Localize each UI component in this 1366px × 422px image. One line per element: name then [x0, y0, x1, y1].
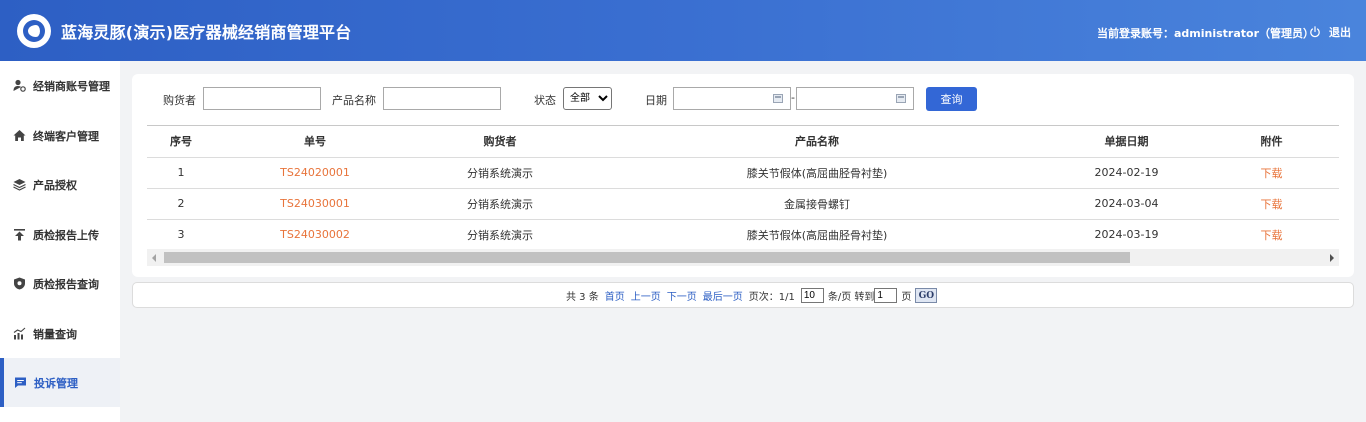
col-header-index: 序号 — [147, 126, 215, 158]
cell-date: 2024-03-19 — [1049, 219, 1204, 249]
sidebar-item-label: 销量查询 — [33, 327, 77, 341]
calendar-icon[interactable] — [896, 94, 906, 103]
order-no-link[interactable]: TS24020001 — [215, 157, 415, 189]
scroll-right-arrow-icon[interactable] — [1330, 254, 1334, 262]
sidebar-item-sales-query[interactable]: 销量查询 — [0, 309, 120, 358]
col-header-product: 产品名称 — [585, 126, 1049, 158]
sidebar-item-label: 产品授权 — [33, 178, 77, 192]
logout-button[interactable]: 退出 — [1309, 24, 1351, 40]
table-row: 1 TS24020001 分销系统演示 膝关节假体(高屈曲胫骨衬垫) 2024-… — [147, 157, 1339, 189]
col-header-date: 单据日期 — [1049, 126, 1204, 158]
cell-index: 2 — [147, 188, 215, 220]
cell-buyer: 分销系统演示 — [415, 188, 585, 220]
prev-page-link[interactable]: 上一页 — [631, 288, 661, 303]
sidebar-item-label: 质检报告上传 — [33, 228, 99, 242]
sidebar-item-label: 质检报告查询 — [33, 277, 99, 291]
download-link[interactable]: 下载 — [1204, 219, 1339, 249]
user-settings-icon — [13, 79, 26, 92]
sidebar: 经销商账号管理 终端客户管理 产品授权 质检报告上传 质检报告查询 销量查询 投… — [0, 61, 120, 422]
sidebar-item-terminal-customers[interactable]: 终端客户管理 — [0, 111, 120, 160]
buyer-label: 购货者 — [163, 94, 196, 107]
cell-buyer: 分销系统演示 — [415, 219, 585, 249]
jump-page-input[interactable] — [874, 288, 898, 303]
status-label: 状态 — [534, 94, 556, 107]
cell-date: 2024-02-19 — [1049, 157, 1204, 189]
download-link[interactable]: 下载 — [1204, 157, 1339, 189]
date-label: 日期 — [645, 94, 667, 107]
chart-icon — [13, 327, 26, 340]
sidebar-item-label: 经销商账号管理 — [33, 79, 110, 93]
cell-index: 3 — [147, 219, 215, 249]
scrollbar-thumb[interactable] — [164, 252, 1130, 263]
cell-buyer: 分销系统演示 — [415, 157, 585, 189]
table-row: 2 TS24030001 分销系统演示 金属接骨螺钉 2024-03-04 下载 — [147, 188, 1339, 220]
cell-product: 膝关节假体(高屈曲胫骨衬垫) — [585, 219, 1049, 249]
dolphin-logo-icon — [17, 14, 51, 48]
col-header-attachment: 附件 — [1204, 126, 1339, 158]
scroll-left-arrow-icon[interactable] — [152, 254, 156, 262]
shield-icon — [14, 277, 25, 290]
message-icon — [15, 377, 26, 388]
product-name-label: 产品名称 — [332, 94, 376, 107]
cell-product: 金属接骨螺钉 — [585, 188, 1049, 220]
next-page-link[interactable]: 下一页 — [667, 288, 697, 303]
layers-icon — [13, 179, 26, 191]
cell-product: 膝关节假体(高屈曲胫骨衬垫) — [585, 157, 1049, 189]
page-info: 页次：1/1 — [748, 292, 795, 303]
horizontal-scrollbar[interactable] — [147, 249, 1339, 266]
calendar-icon[interactable] — [773, 94, 783, 103]
total-count: 共 3 条 — [566, 292, 599, 303]
table-header-row: 序号 单号 购货者 产品名称 单据日期 附件 — [147, 126, 1339, 158]
complaints-table: 序号 单号 购货者 产品名称 单据日期 附件 1 TS24020001 分销系统… — [147, 125, 1339, 249]
upload-icon — [14, 229, 25, 241]
sidebar-item-product-authorization[interactable]: 产品授权 — [0, 160, 120, 209]
order-no-link[interactable]: TS24030002 — [215, 219, 415, 249]
top-header: 蓝海灵豚(演示)医疗器械经销商管理平台 当前登录账号：administrator… — [0, 0, 1366, 61]
account-info: 当前登录账号：administrator（管理员） — [1097, 27, 1315, 40]
query-button[interactable]: 查询 — [926, 87, 977, 111]
end-date-input[interactable] — [796, 87, 914, 110]
table-row: 3 TS24030002 分销系统演示 膝关节假体(高屈曲胫骨衬垫) 2024-… — [147, 219, 1339, 249]
col-header-buyer: 购货者 — [415, 126, 585, 158]
col-header-order-no: 单号 — [215, 126, 415, 158]
download-link[interactable]: 下载 — [1204, 188, 1339, 220]
page-unit: 页 — [901, 292, 912, 303]
date-range-separator: - — [791, 91, 795, 104]
pagination-bar: 共 3 条 首页 上一页 下一页 最后一页 页次：1/1 条/页 转到 页 GO — [132, 282, 1354, 308]
status-select[interactable]: 全部 — [563, 87, 612, 110]
sidebar-item-complaints[interactable]: 投诉管理 — [0, 358, 120, 407]
start-date-input[interactable] — [673, 87, 791, 110]
sidebar-item-qc-query[interactable]: 质检报告查询 — [0, 259, 120, 308]
product-name-input[interactable] — [383, 87, 501, 110]
app-title: 蓝海灵豚(演示)医疗器械经销商管理平台 — [61, 23, 352, 42]
last-page-link[interactable]: 最后一页 — [703, 288, 743, 303]
go-button[interactable]: GO — [915, 288, 938, 303]
buyer-input[interactable] — [203, 87, 321, 110]
logout-label: 退出 — [1329, 26, 1351, 39]
home-icon — [13, 130, 26, 141]
cell-date: 2024-03-04 — [1049, 188, 1204, 220]
page-size-input[interactable] — [800, 288, 824, 303]
cell-index: 1 — [147, 157, 215, 189]
sidebar-item-label: 终端客户管理 — [33, 129, 99, 143]
sidebar-item-qc-upload[interactable]: 质检报告上传 — [0, 210, 120, 259]
sidebar-item-label: 投诉管理 — [34, 376, 78, 390]
order-no-link[interactable]: TS24030001 — [215, 188, 415, 220]
sidebar-item-dealer-accounts[interactable]: 经销商账号管理 — [0, 61, 120, 110]
per-page-text: 条/页 转到 — [827, 292, 875, 303]
first-page-link[interactable]: 首页 — [605, 288, 625, 303]
power-icon — [1310, 26, 1320, 38]
